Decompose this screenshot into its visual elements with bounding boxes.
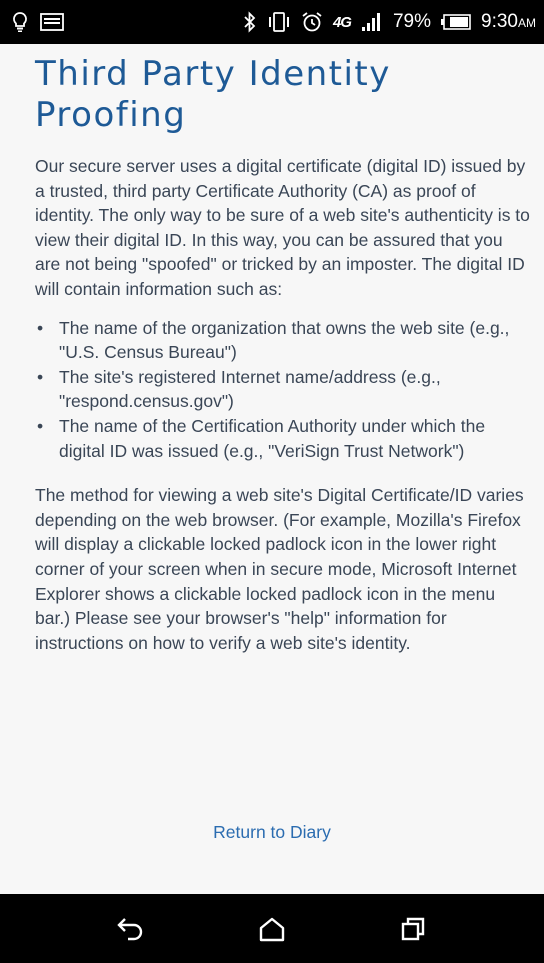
bullet-dot: • [37, 415, 44, 436]
clock-time: 9:30 [481, 11, 518, 32]
status-right: 4G 79% 9:30AM [243, 11, 536, 33]
clock-ampm: AM [518, 16, 536, 30]
identity-info-list: • The name of the organization that owns … [35, 316, 532, 464]
navigation-bar [0, 894, 544, 963]
list-item-text: The name of the organization that owns t… [59, 317, 510, 363]
signal-icon [361, 12, 383, 32]
page-content: Third Party Identity Proofing Our secure… [0, 44, 544, 894]
intro-paragraph: Our secure server uses a digital certifi… [35, 156, 530, 299]
list-item: • The site's registered Internet name/add… [35, 365, 532, 414]
status-left [12, 11, 64, 33]
bullet-dot: • [37, 366, 44, 387]
list-item: • The name of the organization that owns … [35, 316, 532, 365]
home-icon[interactable] [247, 904, 297, 954]
message-icon [40, 13, 64, 31]
return-to-diary-link[interactable]: Return to Diary [0, 822, 544, 843]
recent-apps-icon[interactable] [388, 904, 438, 954]
list-item-text: The site's registered Internet name/addr… [59, 366, 441, 412]
back-icon[interactable] [106, 904, 156, 954]
network-4g-icon: 4G [332, 13, 352, 31]
bulb-icon [12, 11, 28, 33]
status-bar: 4G 79% 9:30AM [0, 0, 544, 44]
clock: 9:30AM [481, 11, 536, 33]
method-paragraph: The method for viewing a web site's Digi… [35, 485, 524, 653]
vibrate-icon [267, 11, 291, 33]
battery-percent: 79% [392, 11, 432, 32]
list-item-text: The name of the Certification Authority … [59, 415, 486, 461]
page-title: Third Party Identity Proofing [35, 54, 391, 135]
list-item: • The name of the Certification Authority… [35, 414, 532, 463]
battery-icon [441, 14, 471, 30]
bluetooth-icon [243, 11, 257, 33]
bullet-dot: • [37, 317, 44, 338]
screen: 4G 79% 9:30AM Third Party Identity Proof… [0, 0, 544, 963]
alarm-icon [301, 11, 323, 33]
